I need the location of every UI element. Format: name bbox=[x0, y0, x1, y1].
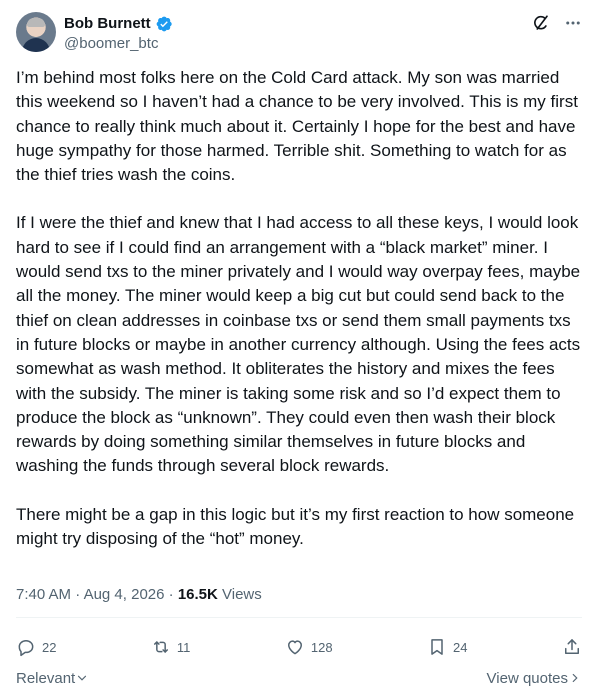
author-name-text[interactable]: Bob Burnett bbox=[64, 14, 151, 34]
author-handle[interactable]: @boomer_btc bbox=[64, 34, 158, 54]
divider bbox=[16, 617, 582, 618]
share-button[interactable] bbox=[562, 637, 582, 657]
chevron-right-icon bbox=[572, 673, 578, 683]
author-name[interactable]: Bob Burnett bbox=[64, 14, 173, 34]
avatar[interactable] bbox=[16, 12, 56, 52]
like-count: 128 bbox=[310, 639, 333, 655]
verified-badge-icon bbox=[156, 16, 172, 32]
sort-label: Relevant bbox=[16, 669, 76, 687]
chevron-down-icon bbox=[78, 675, 87, 681]
sort-replies-dropdown[interactable]: Relevant bbox=[16, 670, 89, 687]
view-quotes-label: View quotes bbox=[486, 669, 568, 687]
post-time[interactable]: 7:40 AM bbox=[16, 586, 71, 603]
views-count: 16.5K bbox=[177, 586, 218, 603]
replies-footer: Relevant View quotes bbox=[16, 668, 582, 688]
meta-separator: · bbox=[75, 586, 81, 603]
reply-button[interactable]: 22 bbox=[16, 637, 56, 657]
header-actions bbox=[532, 12, 582, 34]
like-icon bbox=[287, 640, 302, 655]
post-body: I’m behind most folks here on the Cold C… bbox=[16, 66, 582, 551]
reply-count: 22 bbox=[42, 639, 57, 655]
meta-separator: · bbox=[168, 586, 174, 603]
like-button[interactable]: 128 bbox=[285, 637, 333, 657]
bookmark-icon bbox=[431, 639, 443, 655]
views-label: Views bbox=[222, 586, 262, 603]
post-paragraph: There might be a gap in this logic but i… bbox=[16, 504, 575, 549]
post-header: Bob Burnett @boomer_btc bbox=[16, 12, 582, 56]
repost-button[interactable]: 11 bbox=[151, 637, 191, 657]
post-date[interactable]: Aug 4, 2026 bbox=[84, 586, 165, 603]
view-quotes-link[interactable]: View quotes bbox=[487, 670, 582, 687]
repost-count: 11 bbox=[176, 639, 191, 655]
repost-icon bbox=[153, 641, 168, 653]
bookmark-button[interactable]: 24 bbox=[427, 637, 468, 657]
action-bar: 22 11 128 24 bbox=[16, 632, 582, 662]
post-meta: 7:40 AM · Aug 4, 2026 · 16.5K Views bbox=[16, 585, 262, 605]
reply-icon bbox=[18, 640, 34, 657]
bookmark-count: 24 bbox=[453, 639, 468, 655]
more-icon[interactable] bbox=[564, 14, 582, 32]
share-icon bbox=[564, 639, 579, 654]
post-paragraph: I’m behind most folks here on the Cold C… bbox=[16, 68, 578, 185]
grok-icon[interactable] bbox=[532, 14, 550, 32]
post-paragraph: If I were the thief and knew that I had … bbox=[16, 213, 581, 476]
